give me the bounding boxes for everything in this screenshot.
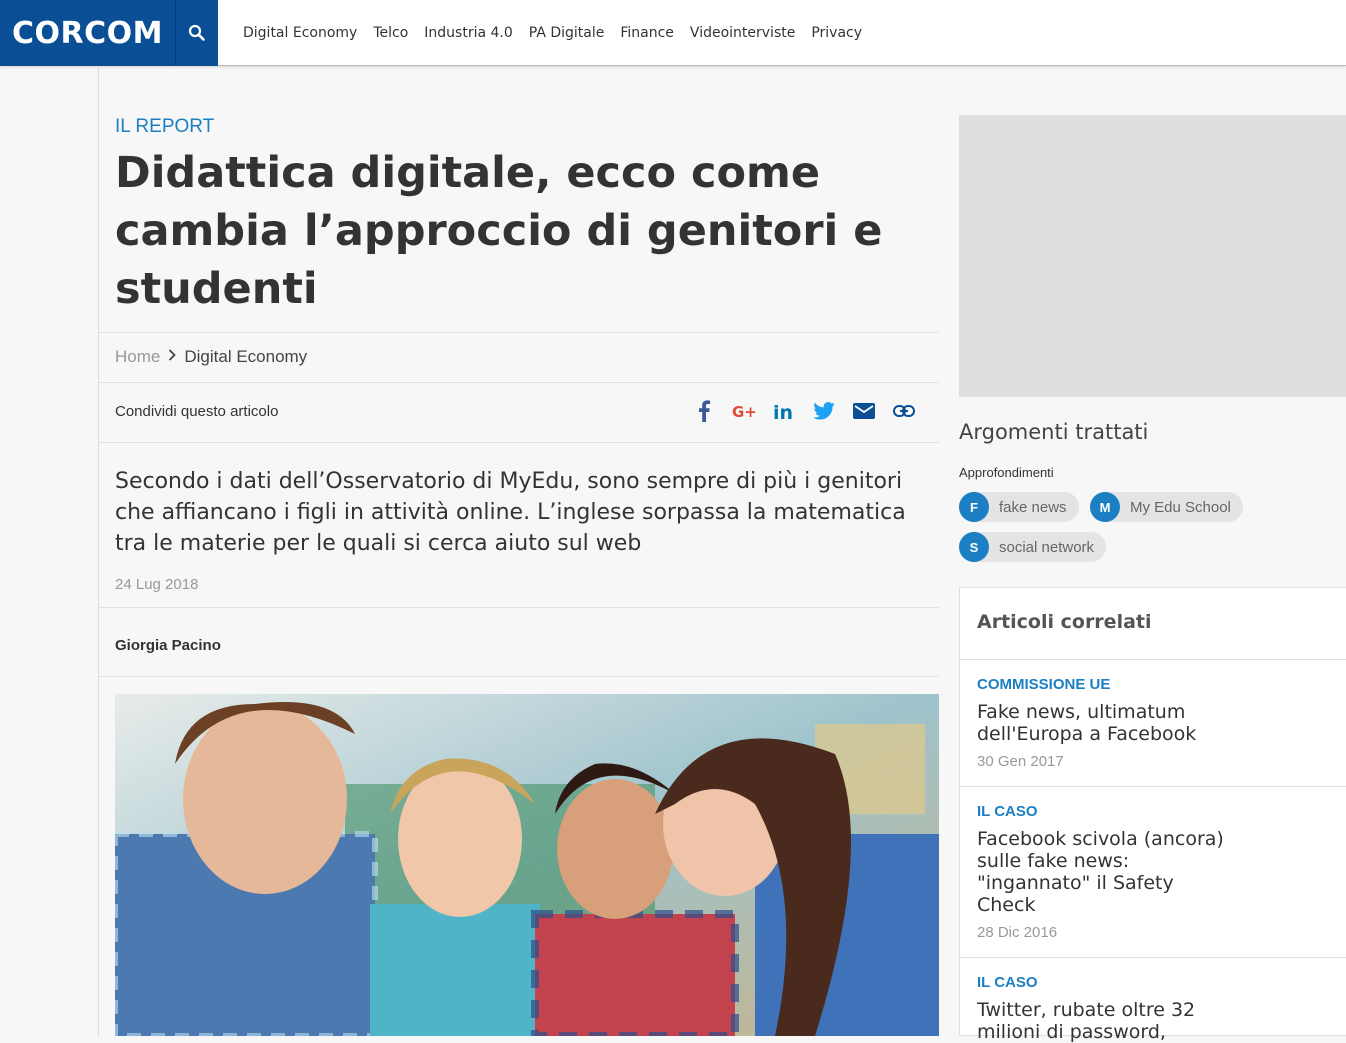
related-kicker[interactable]: COMMISSIONE UE xyxy=(977,676,1330,693)
related-link[interactable]: Fake news, ultimatum dell'Europa a Faceb… xyxy=(977,701,1227,745)
svg-text:in: in xyxy=(773,402,793,421)
article-lead: Secondo i dati dell’Osservatorio di MyEd… xyxy=(115,469,906,556)
related-item[interactable]: IL CASO Facebook scivola (ancora) sulle … xyxy=(960,786,1346,941)
divider xyxy=(99,676,939,677)
tag-label: social network xyxy=(999,538,1095,556)
students-photo xyxy=(115,694,939,1036)
nav-industria[interactable]: Industria 4.0 xyxy=(424,25,512,41)
related-link[interactable]: Facebook scivola (ancora) sulle fake new… xyxy=(977,828,1227,916)
tag-label: fake news xyxy=(999,498,1067,516)
nav-privacy[interactable]: Privacy xyxy=(811,25,862,41)
related-link[interactable]: Twitter, rubate oltre 32 milioni di pass… xyxy=(977,999,1227,1043)
article-date: 24 Lug 2018 xyxy=(115,576,199,593)
related-date: 30 Gen 2017 xyxy=(977,753,1064,770)
divider xyxy=(99,607,939,608)
topics-subtitle: Approfondimenti xyxy=(959,465,1054,480)
linkedin-icon[interactable]: in xyxy=(772,399,796,423)
divider xyxy=(99,382,939,383)
article-kicker[interactable]: IL REPORT xyxy=(115,116,214,138)
twitter-icon[interactable] xyxy=(812,399,836,423)
logo-text: CORCOM xyxy=(12,15,163,51)
tag-my-edu-school[interactable]: M My Edu School xyxy=(1090,492,1243,522)
tag-letter: S xyxy=(959,532,989,562)
tag-fake-news[interactable]: F fake news xyxy=(959,492,1079,522)
related-title: Articoli correlati xyxy=(977,611,1152,633)
tag-label: My Edu School xyxy=(1130,498,1231,516)
tag-letter: M xyxy=(1090,492,1120,522)
share-label: Condividi questo articolo xyxy=(115,403,279,420)
google-plus-icon[interactable]: G+ xyxy=(732,399,756,423)
facebook-icon[interactable] xyxy=(692,399,716,423)
nav-videointerviste[interactable]: Videointerviste xyxy=(690,25,795,41)
nav-digital-economy[interactable]: Digital Economy xyxy=(243,25,357,41)
related-kicker[interactable]: IL CASO xyxy=(977,974,1330,991)
main-nav: Digital Economy Telco Industria 4.0 PA D… xyxy=(243,0,878,66)
breadcrumb-home[interactable]: Home xyxy=(115,347,160,367)
ad-placeholder xyxy=(959,115,1346,397)
related-item[interactable]: IL CASO Twitter, rubate oltre 32 milioni… xyxy=(960,957,1346,1043)
email-icon[interactable] xyxy=(852,399,876,423)
share-bar: G+ in xyxy=(692,399,916,423)
divider xyxy=(99,442,939,443)
chevron-right-icon xyxy=(168,348,177,366)
article-author[interactable]: Giorgia Pacino xyxy=(115,637,221,654)
search-icon xyxy=(188,24,205,41)
nav-pa-digitale[interactable]: PA Digitale xyxy=(529,25,605,41)
svg-text:G+: G+ xyxy=(732,403,756,419)
topics-title: Argomenti trattati xyxy=(959,420,1149,444)
related-date: 28 Dic 2016 xyxy=(977,924,1058,941)
related-item[interactable]: COMMISSIONE UE Fake news, ultimatum dell… xyxy=(960,659,1346,770)
breadcrumb: Home Digital Economy xyxy=(115,347,307,367)
related-articles: Articoli correlati COMMISSIONE UE Fake n… xyxy=(959,587,1346,1043)
related-kicker[interactable]: IL CASO xyxy=(977,803,1330,820)
nav-finance[interactable]: Finance xyxy=(620,25,674,41)
corcom-logo[interactable]: CORCOM xyxy=(0,0,175,66)
article-title: Didattica digitale, ecco come cambia l’a… xyxy=(115,148,883,314)
link-icon[interactable] xyxy=(892,399,916,423)
tag-letter: F xyxy=(959,492,989,522)
top-navbar: CORCOM Digital Economy Telco Industria 4… xyxy=(0,0,1346,66)
divider xyxy=(99,332,939,333)
hero-image xyxy=(115,694,939,1036)
breadcrumb-current[interactable]: Digital Economy xyxy=(184,347,307,367)
search-button[interactable] xyxy=(175,0,218,66)
tag-social-network[interactable]: S social network xyxy=(959,532,1107,562)
nav-telco[interactable]: Telco xyxy=(373,25,408,41)
article-column: IL REPORT Didattica digitale, ecco come … xyxy=(98,66,939,1036)
